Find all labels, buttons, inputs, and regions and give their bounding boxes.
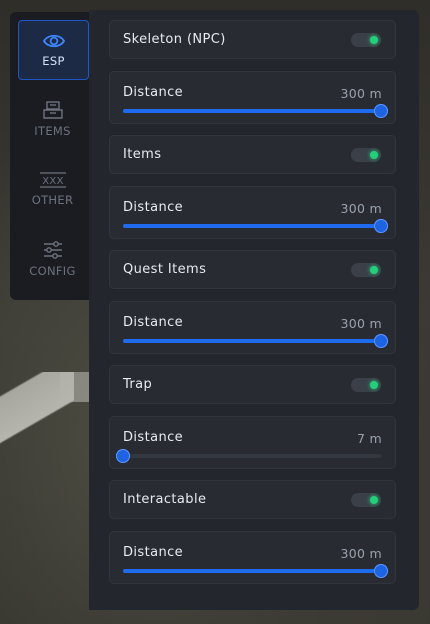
distance-slider[interactable] [116,449,381,463]
setting-row-quest-items: Quest Items [109,250,396,289]
setting-label: Trap [123,377,153,392]
nav-items-label: ITEMS [34,124,71,139]
distance-slider[interactable] [123,564,388,578]
setting-label: Items [123,147,162,162]
sliders-icon [43,241,62,260]
sidebar: ESP ITEMS XXX OTHER CONFIG [10,12,94,300]
nav-items[interactable]: ITEMS [18,90,87,148]
distance-value: 7 m [356,431,382,446]
setting-row-items: Items [109,135,396,174]
slider-fill [123,569,381,573]
slider-thumb[interactable] [374,564,388,578]
distance-label: Distance [123,315,184,330]
slider-thumb[interactable] [116,449,130,463]
setting-label: Quest Items [123,262,207,277]
toggle-knob [370,36,378,44]
slider-thumb[interactable] [374,104,388,118]
distance-value: 300 m [340,546,382,561]
toggle-knob [370,266,378,274]
distance-value: 300 m [340,201,382,216]
distance-row-quest-items: Distance 300 m [109,301,396,354]
distance-row-trap: Distance 7 m [109,416,396,469]
enable-toggle[interactable] [351,148,381,162]
enable-toggle[interactable] [351,33,381,47]
distance-slider[interactable] [123,219,388,233]
setting-row-skeleton: Skeleton (NPC) [109,20,396,59]
setting-row-trap: Trap [109,365,396,404]
nav-config-label: CONFIG [29,264,76,279]
enable-toggle[interactable] [351,378,381,392]
distance-label: Distance [123,545,184,560]
nav-other[interactable]: XXX OTHER [18,160,87,218]
xxx-icon: XXX [39,172,66,188]
box-icon [42,101,63,119]
distance-label: Distance [123,85,184,100]
toggle-knob [370,496,378,504]
distance-value: 300 m [340,86,382,101]
nav-esp[interactable]: ESP [18,20,89,80]
setting-label: Interactable [123,492,207,507]
nav-other-label: OTHER [31,193,74,208]
distance-slider[interactable] [123,334,388,348]
settings-panel: Skeleton (NPC) Distance 300 m Items Dist… [89,10,419,610]
toggle-knob [370,151,378,159]
nav-esp-label: ESP [42,54,65,69]
distance-label: Distance [123,200,184,215]
distance-label: Distance [123,430,184,445]
enable-toggle[interactable] [351,493,381,507]
toggle-knob [370,381,378,389]
distance-row-items: Distance 300 m [109,186,396,239]
nav-config[interactable]: CONFIG [18,230,87,288]
svg-text:XXX: XXX [42,176,63,187]
distance-row-interactable: Distance 300 m [109,531,396,584]
slider-fill [123,224,381,228]
setting-label: Skeleton (NPC) [123,32,226,47]
enable-toggle[interactable] [351,263,381,277]
slider-fill [123,109,381,113]
slider-fill [123,339,381,343]
distance-slider[interactable] [123,104,388,118]
setting-row-interactable: Interactable [109,480,396,519]
distance-row-skeleton: Distance 300 m [109,71,396,124]
slider-thumb[interactable] [374,334,388,348]
slider-thumb[interactable] [374,219,388,233]
distance-value: 300 m [340,316,382,331]
eye-icon [42,35,65,48]
